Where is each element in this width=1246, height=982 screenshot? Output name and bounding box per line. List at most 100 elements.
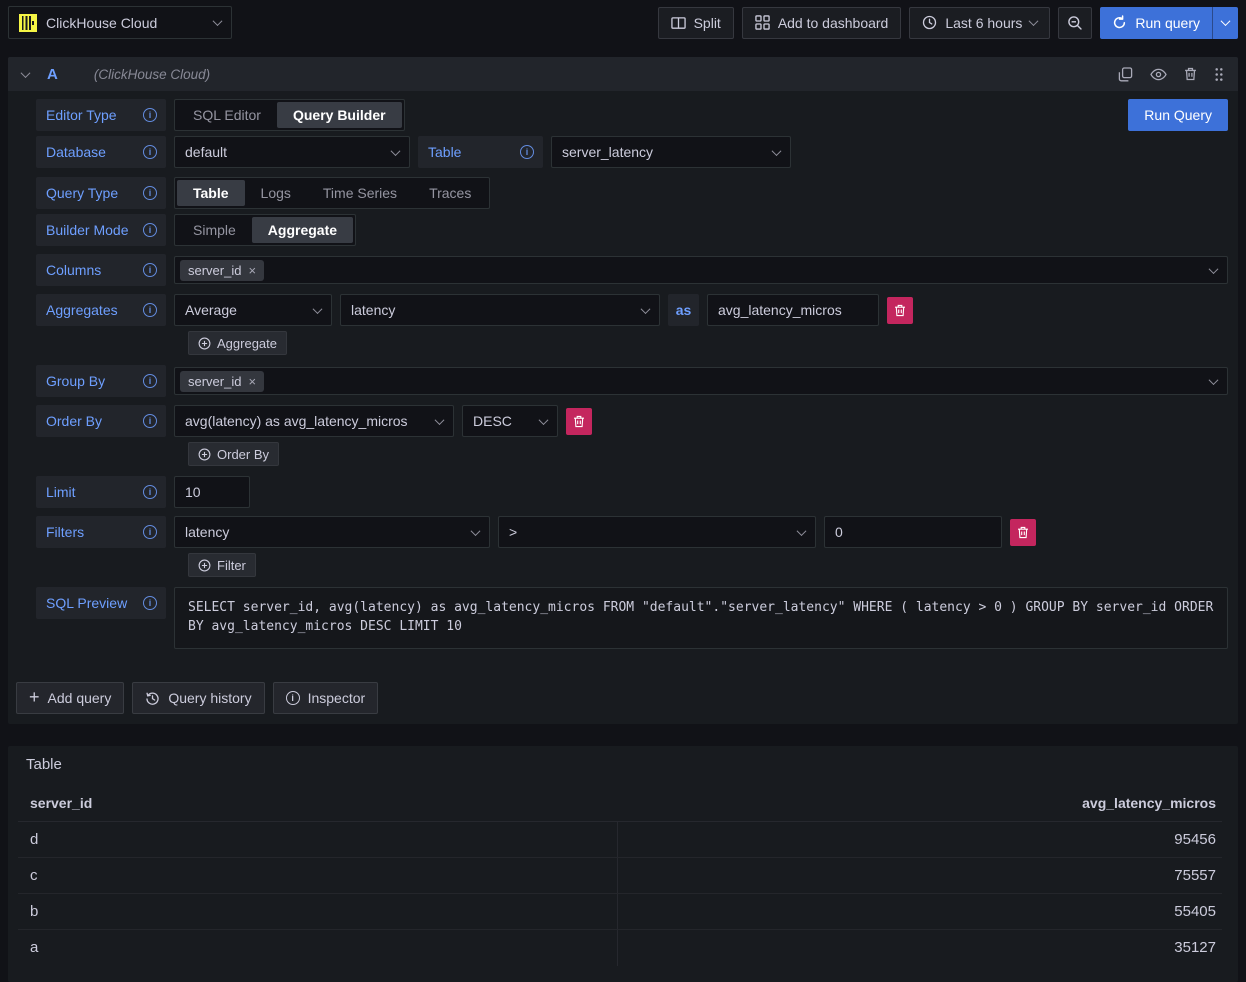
editor-type-label: Editor Type xyxy=(36,99,166,131)
add-to-dashboard-label: Add to dashboard xyxy=(778,15,889,31)
run-query-inline-button[interactable]: Run Query xyxy=(1128,99,1228,131)
order-by-field-select[interactable]: avg(latency) as avg_latency_micros xyxy=(174,405,454,437)
filter-field-select[interactable]: latency xyxy=(174,516,490,548)
group-by-multiselect[interactable]: server_id × xyxy=(174,367,1228,395)
info-icon xyxy=(286,691,300,705)
builder-mode-option-aggregate[interactable]: Aggregate xyxy=(252,217,353,243)
columns-multiselect[interactable]: server_id × xyxy=(174,256,1228,284)
collapse-query-icon[interactable] xyxy=(21,68,31,78)
info-icon[interactable] xyxy=(143,145,157,159)
editor-type-row: Editor Type SQL Editor Query Builder Run… xyxy=(36,99,1228,131)
cell-server-id: d xyxy=(18,822,618,858)
result-table: server_id avg_latency_micros d95456c7555… xyxy=(18,789,1222,966)
info-icon[interactable] xyxy=(143,414,157,428)
editor-type-option-sql[interactable]: SQL Editor xyxy=(177,102,277,128)
remove-order-by-button[interactable] xyxy=(566,408,592,435)
info-icon[interactable] xyxy=(520,145,534,159)
chevron-down-icon xyxy=(772,146,782,156)
run-query-button[interactable]: Run query xyxy=(1100,7,1212,39)
info-icon[interactable] xyxy=(143,525,157,539)
cell-avg-latency-micros: 35127 xyxy=(618,930,1222,966)
database-label: Database xyxy=(36,136,166,168)
table-panel-title: Table xyxy=(18,756,1222,773)
chevron-down-icon xyxy=(1221,16,1231,26)
remove-aggregate-button[interactable] xyxy=(887,297,913,324)
info-icon[interactable] xyxy=(143,596,157,610)
info-icon[interactable] xyxy=(143,186,157,200)
cell-server-id: c xyxy=(18,858,618,894)
remove-tag-icon[interactable]: × xyxy=(248,375,256,388)
limit-input[interactable]: 10 xyxy=(174,476,250,508)
info-icon[interactable] xyxy=(143,108,157,122)
chevron-down-icon xyxy=(1209,264,1219,274)
aggregate-function-select[interactable]: Average xyxy=(174,294,332,326)
limit-row: Limit 10 xyxy=(36,476,1228,508)
chevron-down-icon xyxy=(213,16,223,26)
group-by-tag: server_id × xyxy=(180,371,264,392)
add-order-by-row: Order By xyxy=(188,442,1228,466)
split-icon xyxy=(671,16,686,30)
explore-toolbar: ClickHouse Cloud Split Add to dashboard … xyxy=(0,0,1246,45)
chevron-down-icon xyxy=(539,415,549,425)
filter-value-input[interactable]: 0 xyxy=(824,516,1002,548)
as-keyword-chip: as xyxy=(668,294,699,326)
builder-mode-switch: Simple Aggregate xyxy=(174,214,356,246)
time-range-label: Last 6 hours xyxy=(945,15,1022,31)
info-icon[interactable] xyxy=(143,374,157,388)
remove-filter-button[interactable] xyxy=(1010,519,1036,546)
drag-handle-icon[interactable] xyxy=(1214,67,1224,82)
sql-preview-code: SELECT server_id, avg(latency) as avg_la… xyxy=(174,587,1228,649)
inspector-button[interactable]: Inspector xyxy=(273,682,379,714)
time-range-picker[interactable]: Last 6 hours xyxy=(909,7,1050,39)
zoom-out-button[interactable] xyxy=(1058,7,1092,39)
toolbar-actions: Split Add to dashboard Last 6 hours xyxy=(658,7,1238,39)
aggregates-label: Aggregates xyxy=(36,294,166,326)
query-history-button[interactable]: Query history xyxy=(132,682,264,714)
database-table-row: Database default Table server_latency xyxy=(36,136,1228,168)
info-icon[interactable] xyxy=(143,303,157,317)
chevron-down-icon xyxy=(797,526,807,536)
query-ref-id[interactable]: A xyxy=(47,66,58,83)
editor-type-option-builder[interactable]: Query Builder xyxy=(277,102,402,128)
split-button[interactable]: Split xyxy=(658,7,734,39)
query-builder-body: Editor Type SQL Editor Query Builder Run… xyxy=(8,91,1238,649)
run-query-options-button[interactable] xyxy=(1212,7,1238,39)
remove-query-icon[interactable] xyxy=(1184,67,1197,81)
toggle-visibility-icon[interactable] xyxy=(1150,68,1167,81)
remove-tag-icon[interactable]: × xyxy=(248,264,256,277)
add-query-button[interactable]: + Add query xyxy=(16,682,124,714)
info-icon[interactable] xyxy=(143,263,157,277)
query-type-option-logs[interactable]: Logs xyxy=(245,180,307,206)
aggregate-column-select[interactable]: latency xyxy=(340,294,660,326)
column-header-server-id[interactable]: server_id xyxy=(18,789,618,822)
add-filter-button[interactable]: Filter xyxy=(188,553,256,577)
info-icon[interactable] xyxy=(143,485,157,499)
add-aggregate-button[interactable]: Aggregate xyxy=(188,331,287,355)
add-to-dashboard-button[interactable]: Add to dashboard xyxy=(742,7,902,39)
filters-label: Filters xyxy=(36,516,166,548)
builder-mode-option-simple[interactable]: Simple xyxy=(177,217,252,243)
database-select[interactable]: default xyxy=(174,136,410,168)
query-type-option-timeseries[interactable]: Time Series xyxy=(307,180,413,206)
aggregate-alias-input[interactable]: avg_latency_micros xyxy=(707,294,879,326)
chevron-down-icon xyxy=(1029,16,1039,26)
add-filter-row: Filter xyxy=(188,553,1228,577)
duplicate-query-icon[interactable] xyxy=(1118,67,1133,82)
chevron-down-icon xyxy=(313,304,323,314)
order-by-direction-select[interactable]: DESC xyxy=(462,405,558,437)
run-query-split-button: Run query xyxy=(1100,7,1238,39)
query-type-row: Query Type Table Logs Time Series Traces xyxy=(36,177,1228,209)
table-select[interactable]: server_latency xyxy=(551,136,791,168)
sql-preview-label: SQL Preview xyxy=(36,587,166,619)
query-type-option-table[interactable]: Table xyxy=(177,180,245,206)
clock-icon xyxy=(922,15,937,30)
query-type-option-traces[interactable]: Traces xyxy=(413,180,487,206)
aggregates-row: Aggregates Average latency as avg_latenc… xyxy=(36,294,1228,326)
add-order-by-button[interactable]: Order By xyxy=(188,442,279,466)
datasource-picker[interactable]: ClickHouse Cloud xyxy=(8,6,232,39)
column-header-avg-latency[interactable]: avg_latency_micros xyxy=(618,789,1222,822)
filter-operator-select[interactable]: > xyxy=(498,516,816,548)
info-icon[interactable] xyxy=(143,223,157,237)
chevron-down-icon xyxy=(1209,375,1219,385)
chevron-down-icon xyxy=(471,526,481,536)
